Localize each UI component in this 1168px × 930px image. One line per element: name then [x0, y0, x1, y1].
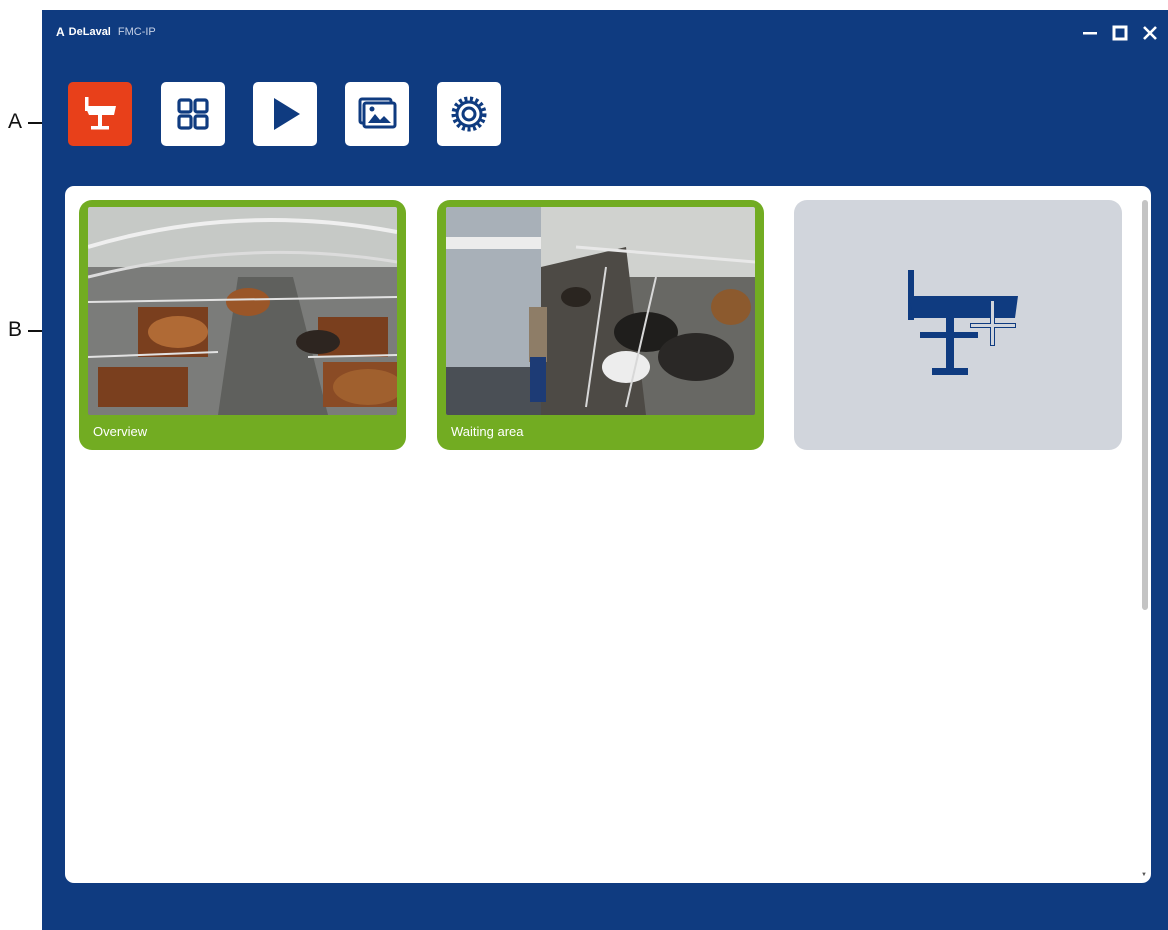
cameras-button[interactable]	[68, 82, 132, 146]
camera-label: Waiting area	[451, 424, 524, 439]
close-icon[interactable]	[1140, 22, 1160, 44]
brand-name: DeLaval	[68, 26, 111, 38]
title-bar: A DeLaval FMC-IP	[42, 10, 1168, 56]
settings-button[interactable]	[437, 82, 501, 146]
maximize-icon[interactable]	[1110, 22, 1130, 44]
camera-panel: Overview Waiting area ▼	[65, 186, 1151, 883]
gallery-button[interactable]	[345, 82, 409, 146]
camera-icon	[85, 97, 116, 130]
camera-thumbnail	[446, 207, 755, 415]
vertical-scrollbar[interactable]: ▼	[1141, 200, 1148, 878]
gallery-icon	[358, 97, 397, 129]
app-window: A DeLaval FMC-IP Overview Waiting area ▼	[42, 10, 1168, 930]
scrollbar-thumb[interactable]	[1142, 200, 1148, 610]
add-camera-tile[interactable]	[794, 200, 1122, 450]
product-name: FMC-IP	[117, 26, 156, 38]
minimize-icon[interactable]	[1080, 22, 1100, 44]
settings-gear-icon	[451, 96, 487, 132]
camera-tile-overview[interactable]: Overview	[79, 200, 406, 450]
camera-label: Overview	[93, 424, 148, 439]
playback-button[interactable]	[253, 82, 317, 146]
add-camera-icon	[908, 270, 1018, 375]
scroll-down-icon[interactable]: ▼	[1141, 872, 1147, 878]
play-icon	[274, 98, 300, 130]
camera-thumbnail	[88, 207, 397, 415]
grid-icon	[177, 98, 209, 130]
callout-a: A	[8, 110, 23, 133]
window-controls	[1080, 22, 1160, 44]
callout-b: B	[8, 318, 23, 341]
camera-tile-waiting-area[interactable]: Waiting area	[437, 200, 764, 450]
delaval-logo: A	[56, 25, 65, 39]
grid-view-button[interactable]	[161, 82, 225, 146]
app-brand: A DeLaval FMC-IP	[56, 25, 156, 39]
